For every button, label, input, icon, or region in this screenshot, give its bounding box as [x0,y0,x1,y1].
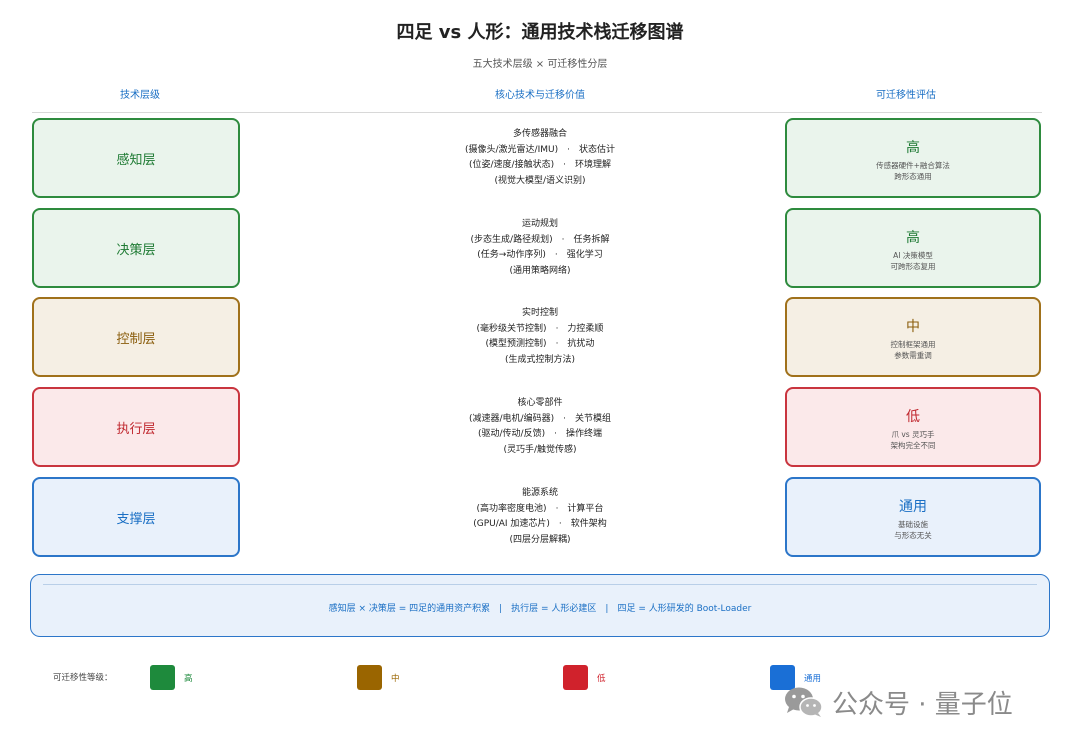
layer-box-control: 控制层 [32,297,240,377]
legend-text-low: 低 [597,674,606,684]
legend-text-high: 高 [184,674,193,684]
summary-text: 感知层 × 决策层 = 四足的通用资产积累 | 执行层 = 人形必建区 | 四足… [328,604,752,614]
diagram-subtitle: 五大技术层级 × 可迁移性分层 [472,59,608,70]
tech-block-execution: 核心零部件 (减速器/电机/编码器) · 关节模组 (驱动/传动/反馈) · 操… [342,396,738,458]
summary-banner: 感知层 × 决策层 = 四足的通用资产积累 | 执行层 = 人形必建区 | 四足… [30,574,1050,637]
tech-line: (视觉大模型/语义识别) [494,175,586,186]
tech-line: (驱动/传动/反馈) · 操作终端 [478,429,602,439]
layer-label: 支撑层 [116,511,156,527]
summary-divider [43,584,1037,585]
rating-desc: 控制框架通用 [890,340,936,349]
rating-box-perception: 高 传感器硬件+融合算法 跨形态通用 [785,118,1041,198]
wechat-icon [785,687,823,717]
layer-label: 感知层 [116,152,156,168]
tech-line: 能源系统 [521,488,558,498]
tech-line: (步态生成/路径规划) · 任务拆解 [470,234,610,245]
rating-level: 高 [906,230,920,246]
tech-line: (高功率密度电池) · 计算平台 [476,503,604,514]
layer-label: 控制层 [116,331,156,347]
rating-level: 低 [906,409,920,425]
rating-desc: 爪 vs 灵巧手 [891,430,935,439]
tech-line: (模型预测控制) · 抗扰动 [485,339,595,349]
tech-block-support: 能源系统 (高功率密度电池) · 计算平台 (GPU/AI 加速芯片) · 软件… [342,486,738,548]
legend-swatch-low [563,665,588,690]
layer-box-perception: 感知层 [32,118,240,198]
tech-line: (任务→动作序列) · 强化学习 [477,250,603,260]
rating-level: 通用 [899,499,927,515]
layer-label: 决策层 [116,242,156,258]
tech-line: 实时控制 [521,308,558,318]
legend-swatch-medium [357,665,382,690]
tech-line: (减速器/电机/编码器) · 关节模组 [469,413,611,424]
tech-line: (毫秒级关节控制) · 力控柔顺 [476,323,604,334]
tech-line: 多传感器融合 [512,129,567,139]
rating-box-support: 通用 基础设施 与形态无关 [785,477,1041,557]
rating-box-execution: 低 爪 vs 灵巧手 架构完全不同 [785,387,1041,467]
watermark: 公众号 · 量子位 [780,682,1050,722]
tech-line: (四层分层解耦) [509,534,571,545]
column-header-tech: 核心技术与迁移价值 [495,90,585,101]
tech-line: 核心零部件 [517,398,563,408]
rating-box-control: 中 控制框架通用 参数需重调 [785,297,1041,377]
rating-desc: 基础设施 [898,520,928,529]
tech-block-perception: 多传感器融合 (摄像头/激光雷达/IMU) · 状态估计 (位姿/速度/接触状态… [342,127,738,189]
tech-line: (位姿/速度/接触状态) · 环境理解 [469,160,611,170]
tech-block-control: 实时控制 (毫秒级关节控制) · 力控柔顺 (模型预测控制) · 抗扰动 (生成… [342,306,738,368]
layer-box-support: 支撑层 [32,477,240,557]
rating-level: 中 [906,319,920,335]
layer-box-execution: 执行层 [32,387,240,467]
watermark-text: 公众号 · 量子位 [832,690,1013,720]
rating-desc: 架构完全不同 [890,441,936,450]
tech-line: (GPU/AI 加速芯片) · 软件架构 [473,519,607,529]
rating-desc: 传感器硬件+融合算法 [876,161,950,170]
tech-line: (通用策略网络) [509,265,571,276]
rating-desc: 与形态无关 [894,531,932,540]
legend-label: 可迁移性等级： [53,673,113,683]
tech-line: 运动规划 [521,219,558,229]
diagram-title: 四足 vs 人形：通用技术栈迁移图谱 [396,22,684,43]
column-header-layer: 技术层级 [120,90,160,101]
layer-box-decision: 决策层 [32,208,240,288]
tech-line: (生成式控制方法) [504,354,576,365]
tech-block-decision: 运动规划 (步态生成/路径规划) · 任务拆解 (任务→动作序列) · 强化学习… [342,217,738,279]
rating-level: 高 [906,140,920,156]
header-divider [32,112,1042,113]
tech-line: (灵巧手/触觉传感) [503,444,577,455]
legend-text-medium: 中 [391,674,400,684]
tech-line: (摄像头/激光雷达/IMU) · 状态估计 [465,144,615,155]
rating-desc: 跨形态通用 [894,172,932,181]
rating-box-decision: 高 AI 决策模型 可跨形态复用 [785,208,1041,288]
column-header-rating: 可迁移性评估 [876,90,936,101]
legend-swatch-high [150,665,175,690]
layer-label: 执行层 [116,421,156,437]
rating-desc: 可跨形态复用 [890,262,936,271]
rating-desc: AI 决策模型 [893,251,933,260]
rating-desc: 参数需重调 [894,351,932,360]
